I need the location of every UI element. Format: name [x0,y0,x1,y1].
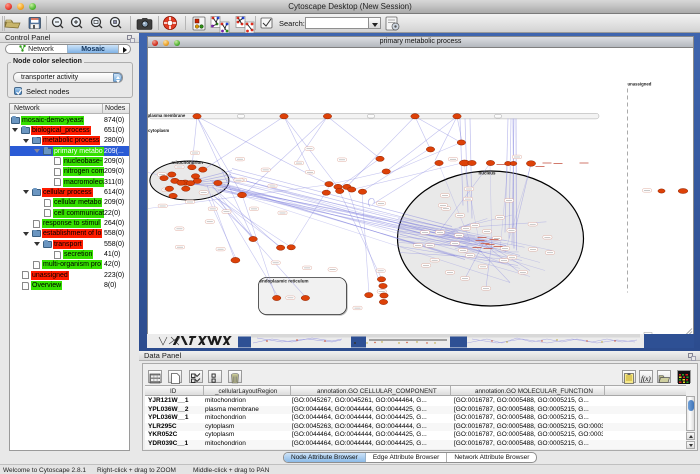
svg-text:f(x): f(x) [641,375,651,383]
svg-text:unassigned: unassigned [628,82,652,87]
svg-text:plasma membrane: plasma membrane [148,113,186,118]
svg-text:cytoplasm: cytoplasm [148,128,169,133]
svg-text:mitochondrion: mitochondrion [172,160,204,165]
svg-text:nucleus: nucleus [479,170,497,175]
svg-text:endoplasmic reticulum: endoplasmic reticulum [260,278,309,283]
